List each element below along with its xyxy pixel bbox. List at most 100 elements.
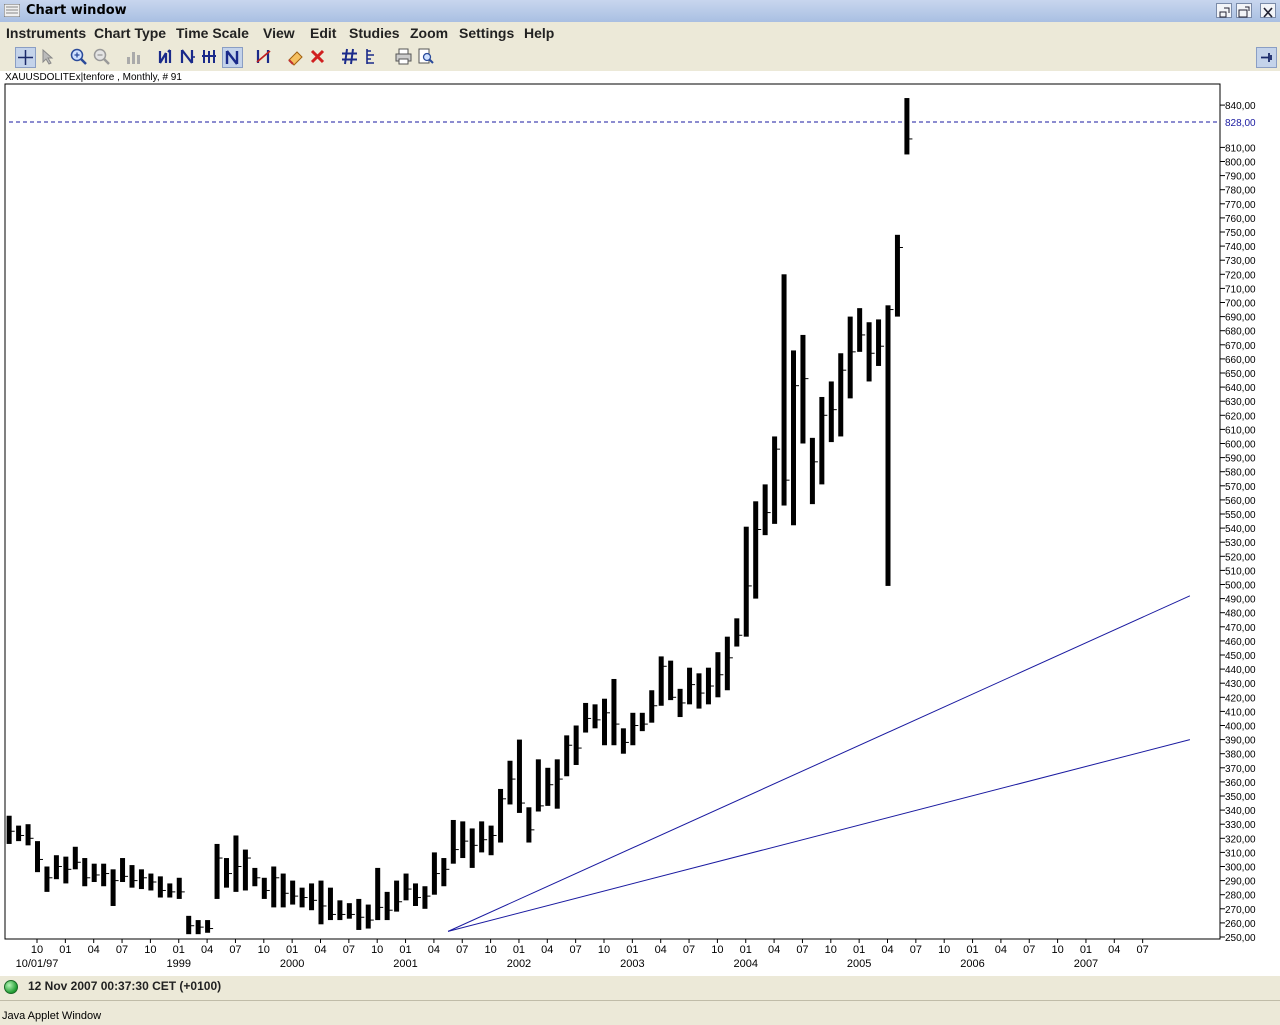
- x-tick-label: 01: [1080, 944, 1092, 956]
- y-tick-label: 290,00: [1225, 877, 1256, 888]
- menu-settings[interactable]: Settings: [459, 25, 514, 41]
- price-bar: [129, 865, 135, 888]
- menu-edit[interactable]: Edit: [310, 25, 336, 41]
- maximize-icon: [1238, 6, 1250, 18]
- pointer-button[interactable]: [38, 47, 59, 68]
- y-tick-label: 670,00: [1225, 341, 1256, 352]
- price-bar: [53, 855, 59, 880]
- menu-bar: Instruments Chart Type Time Scale View E…: [0, 22, 1280, 44]
- x-tick-label: 04: [768, 944, 780, 956]
- price-bar: [157, 876, 163, 898]
- price-bar: [800, 334, 806, 444]
- price-bar: [422, 886, 428, 909]
- price-bar: [252, 867, 258, 887]
- crosshair-icon: [18, 50, 33, 65]
- bars-type3-button[interactable]: [200, 47, 221, 68]
- maximize-button[interactable]: [1236, 3, 1252, 18]
- chart-svg[interactable]: 840,00 810,00 800,00 790,00 780,00 770,00 760,…: [0, 71, 1280, 976]
- y-tick-label: 360,00: [1225, 778, 1256, 789]
- y-tick-label: 580,00: [1225, 468, 1256, 479]
- y-tick-label: 310,00: [1225, 848, 1256, 859]
- price-bar: [44, 866, 50, 892]
- y-tick-label: 430,00: [1225, 679, 1256, 690]
- price-bar: [876, 319, 882, 366]
- price-bar: [309, 883, 315, 911]
- dock-button[interactable]: [1256, 47, 1277, 68]
- price-bar: [346, 903, 352, 919]
- price-bar: [583, 702, 589, 733]
- scale-button[interactable]: [362, 47, 383, 68]
- x-tick-label: 10: [711, 944, 723, 956]
- x-year-label: 2005: [847, 958, 871, 970]
- x-tick-label: 04: [655, 944, 667, 956]
- reference-line-label: 828,00: [1225, 118, 1256, 129]
- close-button[interactable]: [1260, 3, 1276, 18]
- x-tick-label: 10: [598, 944, 610, 956]
- y-tick-label: 370,00: [1225, 764, 1256, 775]
- zoom-in-button[interactable]: [69, 47, 90, 68]
- price-bar: [762, 484, 768, 536]
- y-tick-label: 750,00: [1225, 228, 1256, 239]
- y-tick-label: 300,00: [1225, 863, 1256, 874]
- menu-help[interactable]: Help: [524, 25, 554, 41]
- x-tick-label: 07: [1137, 944, 1149, 956]
- price-bar: [611, 678, 617, 746]
- minimize-button[interactable]: [1216, 3, 1232, 18]
- bars-type3-icon: [202, 50, 216, 63]
- x-year-label: 2000: [280, 958, 304, 970]
- price-bar: [441, 858, 447, 887]
- y-tick-label: 260,00: [1225, 919, 1256, 930]
- delete-button[interactable]: [308, 47, 329, 68]
- eraser-button[interactable]: [286, 47, 307, 68]
- grid-button[interactable]: [340, 47, 361, 68]
- price-bar: [214, 843, 220, 899]
- zoom-in-icon: [70, 48, 87, 65]
- x-tick-label: 04: [541, 944, 553, 956]
- menu-time-scale[interactable]: Time Scale: [176, 25, 249, 41]
- bar-chart-button[interactable]: [124, 47, 145, 68]
- price-bar: [526, 807, 532, 843]
- y-tick-label: 480,00: [1225, 609, 1256, 620]
- chart-area[interactable]: 840,00 810,00 800,00 790,00 780,00 770,00 760,…: [0, 71, 1280, 976]
- x-tick-label: 01: [626, 944, 638, 956]
- app-icon: [4, 4, 20, 17]
- print-button[interactable]: [394, 47, 415, 68]
- price-bar: [224, 858, 229, 888]
- menu-instruments[interactable]: Instruments: [6, 25, 86, 41]
- menu-chart-type[interactable]: Chart Type: [94, 25, 166, 41]
- menu-studies[interactable]: Studies: [349, 25, 400, 41]
- print-preview-button[interactable]: [416, 47, 437, 68]
- x-year-label: 2004: [734, 958, 758, 970]
- price-bar: [394, 880, 400, 912]
- pointer-icon: [42, 48, 54, 65]
- java-applet-label: Java Applet Window: [2, 1010, 102, 1022]
- bars-type1-button[interactable]: [156, 47, 177, 68]
- bars-type4-button[interactable]: [222, 47, 243, 68]
- draw-tool-button[interactable]: [254, 47, 275, 68]
- crosshair-button[interactable]: [15, 47, 36, 68]
- zoom-out-button[interactable]: [92, 47, 113, 68]
- price-bar: [809, 437, 815, 505]
- price-bar: [403, 873, 409, 901]
- x-tick-label: 01: [513, 944, 525, 956]
- x-tick-label: 04: [1108, 944, 1120, 956]
- x-tick-label: 07: [683, 944, 695, 956]
- x-tick-label: 04: [881, 944, 893, 956]
- y-tick-label: 630,00: [1225, 397, 1256, 408]
- y-tick-label: 470,00: [1225, 623, 1256, 634]
- x-tick-label: 04: [201, 944, 213, 956]
- bar-chart-icon: [127, 52, 140, 64]
- bars-type2-button[interactable]: [178, 47, 199, 68]
- price-bar: [592, 704, 598, 729]
- price-bar: [205, 920, 211, 933]
- x-year-label: 2007: [1074, 958, 1098, 970]
- grid-icon: [342, 48, 357, 65]
- x-tick-label: 10: [825, 944, 837, 956]
- y-tick-label: 520,00: [1225, 552, 1256, 563]
- bars-type2-icon: [180, 49, 195, 64]
- menu-view[interactable]: View: [263, 25, 295, 41]
- price-bar: [327, 887, 333, 921]
- y-tick-label: 510,00: [1225, 566, 1256, 577]
- y-tick-label: 690,00: [1225, 313, 1256, 324]
- menu-zoom[interactable]: Zoom: [410, 25, 448, 41]
